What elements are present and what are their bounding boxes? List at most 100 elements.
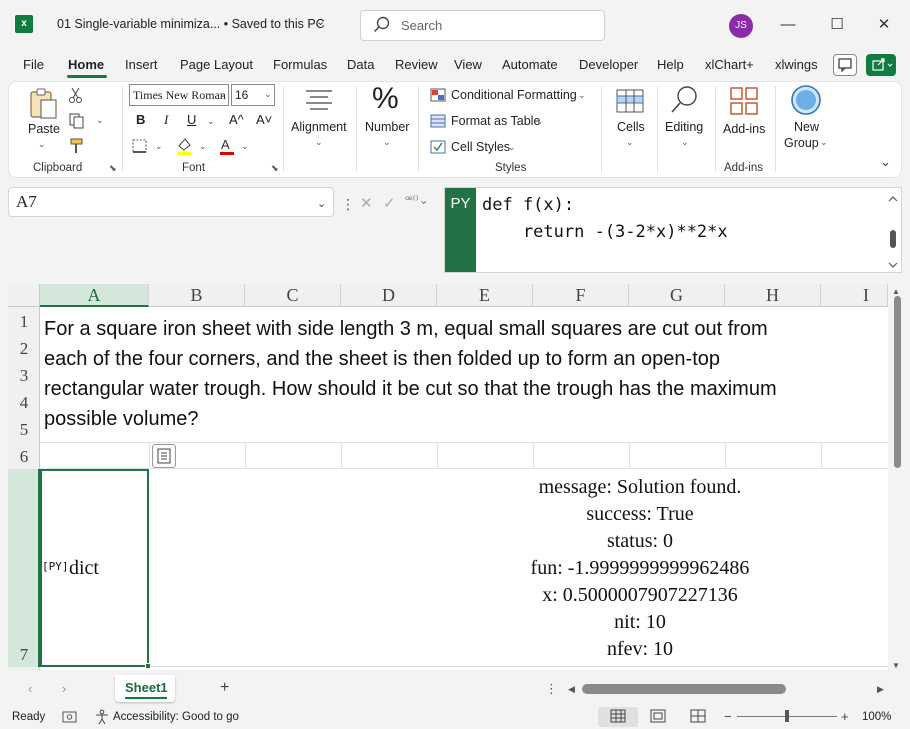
scroll-down-icon[interactable]: ▼	[892, 661, 900, 670]
row-header-2[interactable]: 2	[8, 339, 40, 359]
cell-styles-icon[interactable]	[430, 140, 446, 154]
macro-recording-icon[interactable]	[62, 710, 78, 724]
font-name-select[interactable]: Times New Roman	[129, 84, 229, 106]
chevron-down-icon[interactable]: ⌄	[383, 137, 391, 148]
alignment-label[interactable]: Alignment	[291, 120, 347, 134]
cells-icon[interactable]	[615, 86, 645, 116]
share-button[interactable]	[866, 54, 896, 76]
column-header-b[interactable]: B	[149, 284, 245, 307]
vertical-scroll-thumb[interactable]	[894, 296, 901, 468]
page-layout-view-icon[interactable]	[650, 709, 666, 723]
column-header-a[interactable]: A	[40, 284, 149, 307]
confirm-entry-icon[interactable]: ✓	[383, 194, 396, 212]
add-sheet-button[interactable]: +	[220, 679, 229, 697]
scroll-sheets-right-icon[interactable]: ›	[62, 681, 66, 696]
chevron-down-icon[interactable]: ⌄	[508, 142, 516, 153]
chevron-down-icon[interactable]: ⌄	[219, 89, 227, 100]
row-header-1[interactable]: 1	[8, 312, 40, 332]
collapse-ribbon-icon[interactable]: ⌄	[880, 154, 891, 170]
close-button[interactable]: ✕	[869, 12, 899, 38]
zoom-in-button[interactable]: +	[841, 709, 849, 724]
row-header-3[interactable]: 3	[8, 366, 40, 386]
format-as-table-button[interactable]: Format as Table	[451, 114, 540, 128]
number-format-icon[interactable]: %	[372, 82, 399, 116]
tab-automate[interactable]: Automate	[502, 57, 558, 72]
new-group-icon[interactable]	[790, 84, 822, 116]
tab-file[interactable]: File	[23, 57, 44, 72]
accessibility-status[interactable]: Accessibility: Good to go	[113, 711, 239, 723]
conditional-formatting-button[interactable]: Conditional Formatting	[451, 88, 577, 102]
conditional-formatting-icon[interactable]	[430, 88, 446, 102]
search-input[interactable]	[360, 10, 605, 41]
tab-page-layout[interactable]: Page Layout	[180, 57, 253, 72]
chevron-down-icon[interactable]: ⌄	[316, 15, 325, 28]
column-header-i[interactable]: I	[821, 284, 888, 307]
chevron-down-icon[interactable]: ⌄	[199, 141, 207, 152]
increase-font-button[interactable]: A^	[229, 112, 244, 127]
dialog-launcher-icon[interactable]: ⬊	[271, 163, 279, 174]
page-break-view-icon[interactable]	[690, 709, 706, 723]
row-header-5[interactable]: 5	[8, 420, 40, 440]
scroll-sheets-left-icon[interactable]: ‹	[28, 681, 32, 696]
quick-analysis-button[interactable]	[152, 444, 176, 468]
tab-view[interactable]: View	[454, 57, 482, 72]
row-header-6[interactable]: 6	[8, 447, 40, 467]
italic-button[interactable]: I	[164, 112, 168, 128]
tab-xlwings[interactable]: xlwings	[775, 57, 818, 72]
bold-button[interactable]: B	[136, 112, 145, 127]
column-header-f[interactable]: F	[533, 284, 629, 307]
scroll-up-icon[interactable]: ▲	[892, 287, 900, 296]
chevron-down-icon[interactable]: ⌄	[536, 116, 544, 127]
add-ins-button-label[interactable]: Add-ins	[723, 122, 765, 136]
cut-icon[interactable]	[68, 86, 84, 104]
number-label[interactable]: Number	[365, 120, 409, 134]
paste-label[interactable]: Paste	[28, 122, 60, 136]
comments-button[interactable]	[833, 54, 857, 76]
more-options-icon[interactable]: ⋮	[341, 196, 355, 213]
chevron-down-icon[interactable]: ⌄	[626, 137, 634, 148]
scroll-left-icon[interactable]: ◀	[568, 684, 575, 695]
underline-button[interactable]: U	[187, 112, 196, 127]
column-header-e[interactable]: E	[437, 284, 533, 307]
decrease-font-button[interactable]: A˅	[256, 112, 272, 127]
document-title[interactable]: 01 Single-variable minimiza... • Saved t…	[57, 17, 325, 31]
copy-icon[interactable]	[68, 112, 86, 130]
column-header-c[interactable]: C	[245, 284, 341, 307]
tab-formulas[interactable]: Formulas	[273, 57, 327, 72]
formula-bar-scrollbar[interactable]	[887, 195, 899, 269]
more-options-icon[interactable]: ⋮	[545, 681, 558, 697]
format-as-table-icon[interactable]	[430, 114, 446, 128]
dialog-launcher-icon[interactable]: ⬊	[109, 163, 117, 174]
new-group-label-line2[interactable]: Group	[784, 136, 819, 150]
alignment-icon[interactable]	[303, 87, 335, 115]
minimize-button[interactable]: —	[773, 12, 803, 38]
tab-help[interactable]: Help	[657, 57, 684, 72]
maximize-button[interactable]: ☐	[822, 12, 852, 38]
chevron-down-icon[interactable]: ⌄	[264, 89, 272, 100]
editing-label[interactable]: Editing	[665, 120, 703, 134]
paste-icon[interactable]	[26, 86, 60, 120]
new-group-label-line1[interactable]: New	[794, 120, 819, 134]
fill-color-icon[interactable]	[175, 136, 193, 156]
format-painter-icon[interactable]	[68, 137, 86, 155]
zoom-level[interactable]: 100%	[862, 711, 891, 723]
select-all-corner[interactable]	[8, 284, 40, 307]
cancel-entry-icon[interactable]: ✕	[360, 194, 373, 212]
chevron-down-icon[interactable]: ⌄	[241, 141, 249, 152]
chevron-down-icon[interactable]: ⌄	[207, 116, 215, 127]
column-header-h[interactable]: H	[725, 284, 821, 307]
tab-insert[interactable]: Insert	[125, 57, 158, 72]
column-header-d[interactable]: D	[341, 284, 437, 307]
tab-data[interactable]: Data	[347, 57, 374, 72]
borders-icon[interactable]	[131, 138, 149, 154]
formula-code[interactable]: def f(x): return -(3-2*x)**2*x	[482, 192, 728, 246]
python-object-icon[interactable]: [PY]	[42, 560, 69, 573]
cells-label[interactable]: Cells	[617, 120, 645, 134]
avatar[interactable]: JS	[729, 14, 753, 38]
chevron-down-icon[interactable]: ⌄	[315, 137, 323, 148]
chevron-down-icon[interactable]: ⌄	[38, 139, 46, 150]
chevron-down-icon[interactable]: ⌄	[681, 137, 689, 148]
chevron-down-icon[interactable]: ⌄	[820, 137, 828, 148]
zoom-slider-thumb[interactable]	[785, 710, 789, 722]
accessibility-icon[interactable]	[94, 709, 110, 725]
